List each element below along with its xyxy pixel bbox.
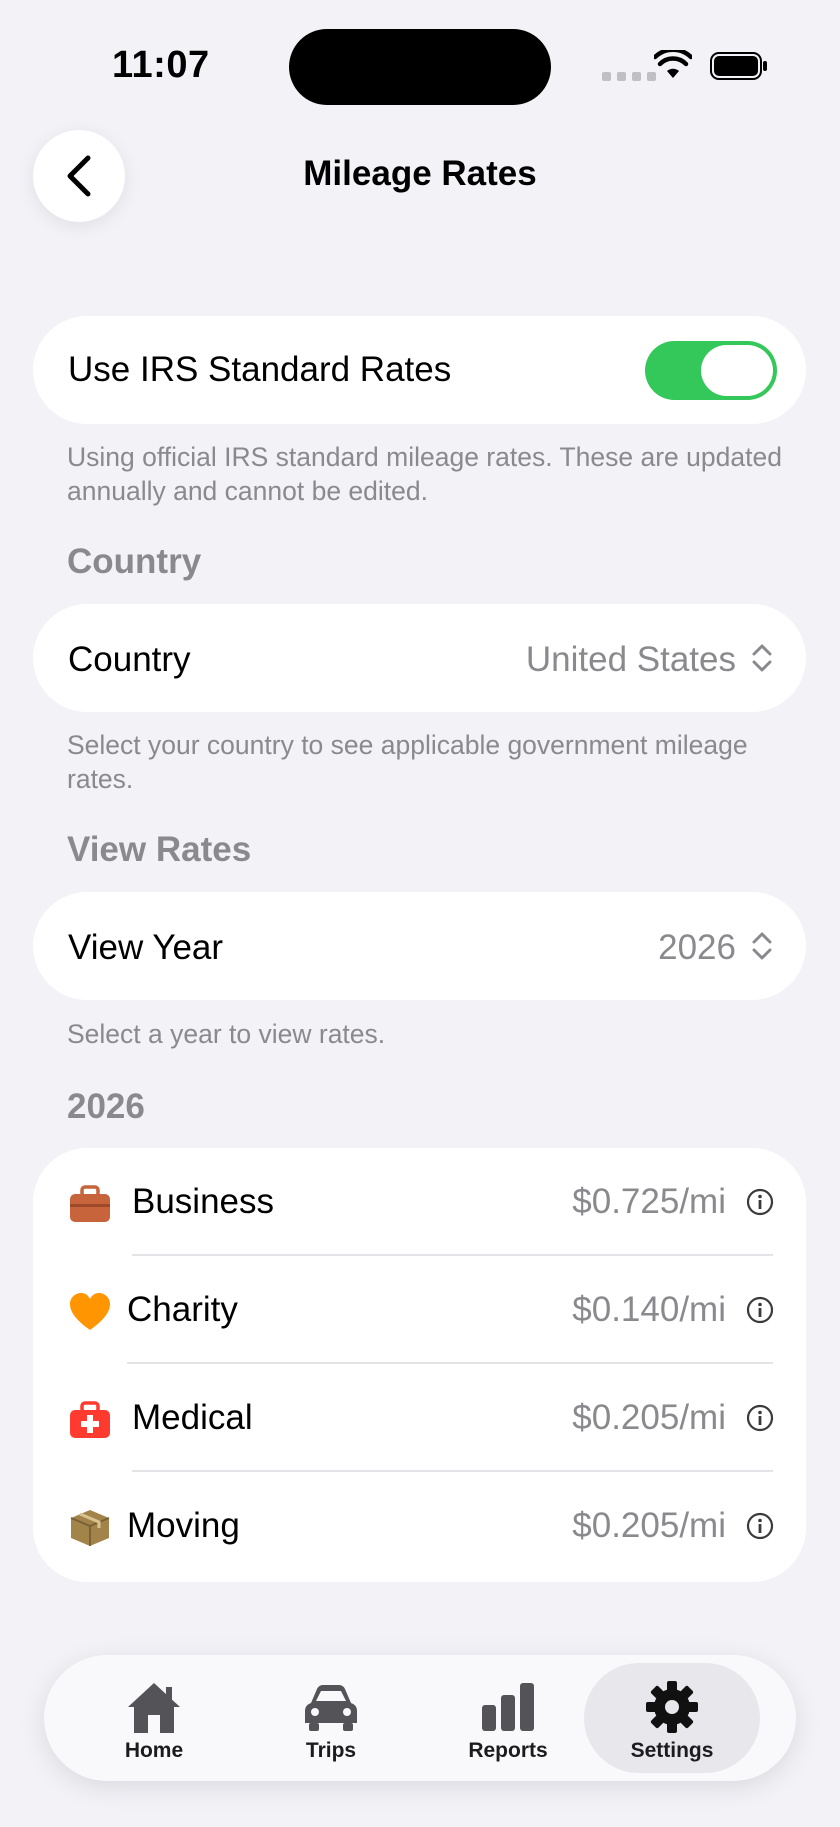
page-title: Mileage Rates [303,154,537,193]
tab-reports[interactable]: Reports [420,1663,596,1773]
view-year-value: 2026 [658,928,736,967]
rate-row-moving: Moving $0.205/mi [33,1472,806,1580]
country-section-header: Country [67,542,202,581]
info-icon[interactable] [746,1188,774,1216]
rate-value: $0.205/mi [572,1506,726,1545]
tab-label: Reports [468,1739,548,1762]
medical-kit-icon [70,1401,110,1438]
view-rates-section-header: View Rates [67,830,252,869]
irs-rates-toggle[interactable] [645,341,777,400]
tab-label: Trips [305,1739,357,1762]
status-time: 11:07 [112,44,210,86]
rate-name: Charity [127,1290,238,1329]
rate-value: $0.725/mi [572,1182,726,1221]
view-year-footnote: Select a year to view rates. [67,1019,386,1049]
tab-home[interactable]: Home [66,1663,242,1773]
tab-bar: Home Trips Reports Settings [44,1655,796,1781]
wifi-icon [654,50,692,78]
info-icon[interactable] [746,1512,774,1540]
chevron-up-down-icon [752,932,772,960]
tab-settings[interactable]: Settings [584,1663,760,1773]
cellular-signal-icon [602,72,656,81]
rates-list-card: Business $0.725/mi Charity $0.140/mi Med… [33,1148,806,1582]
info-icon[interactable] [746,1296,774,1324]
irs-footnote: Using official IRS standard mileage rate… [67,442,782,506]
rate-row-business: Business $0.725/mi [33,1148,806,1256]
battery-icon [710,52,767,80]
house-icon [128,1683,180,1733]
irs-toggle-label: Use IRS Standard Rates [68,350,452,389]
irs-rates-card: Use IRS Standard Rates [33,316,806,424]
tab-label: Home [124,1739,184,1762]
box-icon [70,1510,110,1546]
country-label: Country [68,640,191,679]
heart-icon [70,1293,110,1330]
tab-label: Settings [630,1739,714,1762]
rate-row-medical: Medical $0.205/mi [33,1364,806,1472]
rate-row-charity: Charity $0.140/mi [33,1256,806,1364]
tab-trips[interactable]: Trips [243,1663,419,1773]
chevron-up-down-icon [752,644,772,672]
toggle-knob [701,345,773,396]
info-icon[interactable] [746,1404,774,1432]
bar-chart-icon [482,1683,534,1731]
briefcase-icon [70,1185,110,1222]
dynamic-island [289,29,551,105]
country-picker-row[interactable]: Country United States [33,604,806,712]
country-footnote: Select your country to see applicable go… [67,730,748,794]
car-icon [305,1685,357,1731]
rate-value: $0.205/mi [572,1398,726,1437]
view-year-label: View Year [68,928,224,967]
view-year-picker-row[interactable]: View Year 2026 [33,892,806,1000]
country-value: United States [525,640,736,679]
rate-name: Business [132,1182,275,1221]
rate-value: $0.140/mi [572,1290,726,1329]
rate-name: Moving [127,1506,240,1545]
rate-name: Medical [132,1398,253,1437]
gear-icon [646,1681,698,1733]
rates-year-header: 2026 [67,1087,145,1126]
